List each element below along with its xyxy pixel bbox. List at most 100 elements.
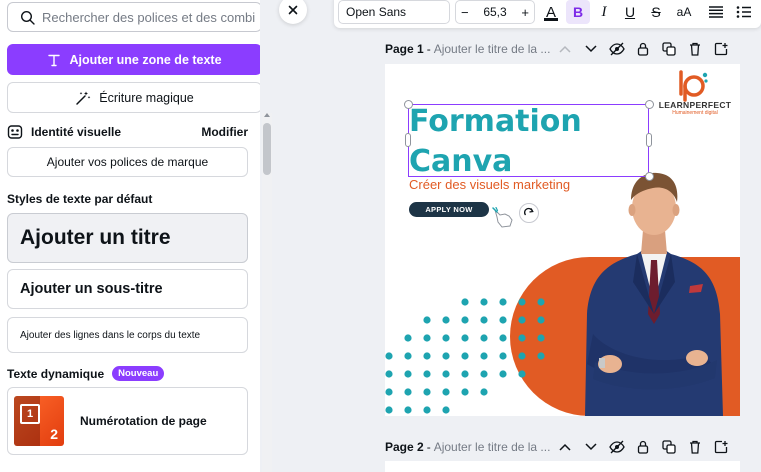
logo-brand-name: LEARNPERFECT [658,100,732,110]
teal-dot [461,334,469,342]
teal-dot [385,406,393,414]
page-2-canvas[interactable] [385,461,740,472]
lock-page-icon[interactable] [635,439,651,455]
page-up-chevron-icon[interactable] [557,41,573,57]
rotate-icon [524,207,534,216]
teal-dot [499,298,507,306]
subheading-text[interactable]: Créer des visuels marketing [409,177,570,192]
page-numbering-card[interactable]: 1 2 Numérotation de page [7,387,248,455]
add-brand-fonts-button[interactable]: Ajouter vos polices de marque [7,147,248,177]
teal-dot [385,388,393,396]
resize-handle-right[interactable] [646,133,652,147]
bold-button[interactable]: B [566,0,590,24]
teal-dot [442,334,450,342]
teal-dot-pattern[interactable] [385,292,585,416]
teal-dot [461,370,469,378]
lock-page-icon[interactable] [635,41,651,57]
search-input[interactable] [42,3,257,31]
magic-write-button[interactable]: Écriture magique [7,82,260,113]
resize-handle-top-left[interactable] [404,100,413,109]
teal-dot [480,316,488,324]
add-body-text-card[interactable]: Ajouter des lignes dans le corps du text… [7,317,248,353]
text-toolbar: Open Sans − 65,3 + A B I U S aA [334,0,761,28]
add-page-icon[interactable] [713,439,729,455]
resize-handle-bottom-right[interactable] [645,172,654,181]
strikethrough-button[interactable]: S [644,0,668,24]
duplicate-page-icon[interactable] [661,41,677,57]
teal-dot [404,352,412,360]
add-subtitle-card[interactable]: Ajouter un sous-titre [7,269,248,309]
text-color-button[interactable]: A [539,0,563,24]
font-size-value[interactable]: 65,3 [483,5,506,19]
add-page-icon[interactable] [713,41,729,57]
list-button[interactable] [732,0,756,24]
bullet-list-icon [736,6,751,18]
selection-outline [408,104,649,177]
teal-dot [499,352,507,360]
teal-dot [480,388,488,396]
resize-handle-top-right[interactable] [645,100,654,109]
logo-tagline: Humainement digital [672,110,718,116]
teal-dot [499,334,507,342]
teal-dot [442,316,450,324]
text-color-glyph: A [545,3,556,21]
brand-kit-edit-link[interactable]: Modifier [201,125,248,139]
underline-button[interactable]: U [618,0,642,24]
teal-dot [423,406,431,414]
panel-scrollbar-thumb[interactable] [263,123,271,175]
font-family-select[interactable]: Open Sans [338,0,450,24]
page-1-title-input[interactable]: Ajouter le titre de la ... [434,42,551,56]
teal-dot [480,352,488,360]
teal-dot [537,352,545,360]
align-center-icon [709,6,723,18]
teal-dot [404,388,412,396]
brand-kit-label: Identité visuelle [31,125,122,139]
page-1-label: Page 1 [385,42,424,56]
teal-dot [385,370,393,378]
decrease-font-size-button[interactable]: − [461,5,469,20]
page-2-title-input[interactable]: Ajouter le titre de la ... [434,440,551,454]
apply-now-cta[interactable]: APPLY NOW [409,202,489,217]
teal-dot [442,406,450,414]
teal-dot [404,406,412,414]
teal-dot [480,334,488,342]
design-canvas[interactable]: LEARNPERFECT Humainement digital Formati… [385,64,740,416]
teal-dot [442,388,450,396]
delete-page-icon[interactable] [687,439,703,455]
hide-page-icon[interactable] [609,41,625,57]
teal-dot [518,316,526,324]
duplicate-page-icon[interactable] [661,439,677,455]
teal-dot [423,334,431,342]
page-numbering-label: Numérotation de page [80,414,207,428]
resize-handle-left[interactable] [405,133,411,147]
teal-dot [461,316,469,324]
add-textbox-button[interactable]: Ajouter une zone de texte [7,44,260,75]
hide-page-icon[interactable] [609,439,625,455]
brand-kit-row: Identité visuelle Modifier [7,123,248,141]
page-2-label: Page 2 [385,440,424,454]
delete-page-icon[interactable] [687,41,703,57]
add-title-card[interactable]: Ajouter un titre [7,213,248,263]
align-button[interactable] [704,0,728,24]
teal-dot [404,334,412,342]
add-textbox-label: Ajouter une zone de texte [69,52,222,67]
increase-font-size-button[interactable]: + [521,5,529,20]
teal-dot [518,370,526,378]
scroll-up-arrow-icon[interactable] [264,113,270,117]
page-down-chevron-icon[interactable] [583,439,599,455]
teal-dot [461,388,469,396]
close-panel-button[interactable] [279,0,307,24]
letter-case-button[interactable]: aA [672,0,696,24]
search-box[interactable] [7,2,260,32]
teal-dot [442,352,450,360]
page-1-header: Page 1 - Ajouter le titre de la ... [385,39,750,59]
italic-button[interactable]: I [592,0,616,24]
page-up-chevron-icon[interactable] [557,439,573,455]
default-styles-heading: Styles de texte par défaut [7,192,153,206]
businessman-photo[interactable] [565,164,740,416]
teal-dot [537,316,545,324]
teal-dot [499,370,507,378]
teal-dot [423,352,431,360]
page-down-chevron-icon[interactable] [583,41,599,57]
rotate-handle[interactable] [519,203,539,223]
